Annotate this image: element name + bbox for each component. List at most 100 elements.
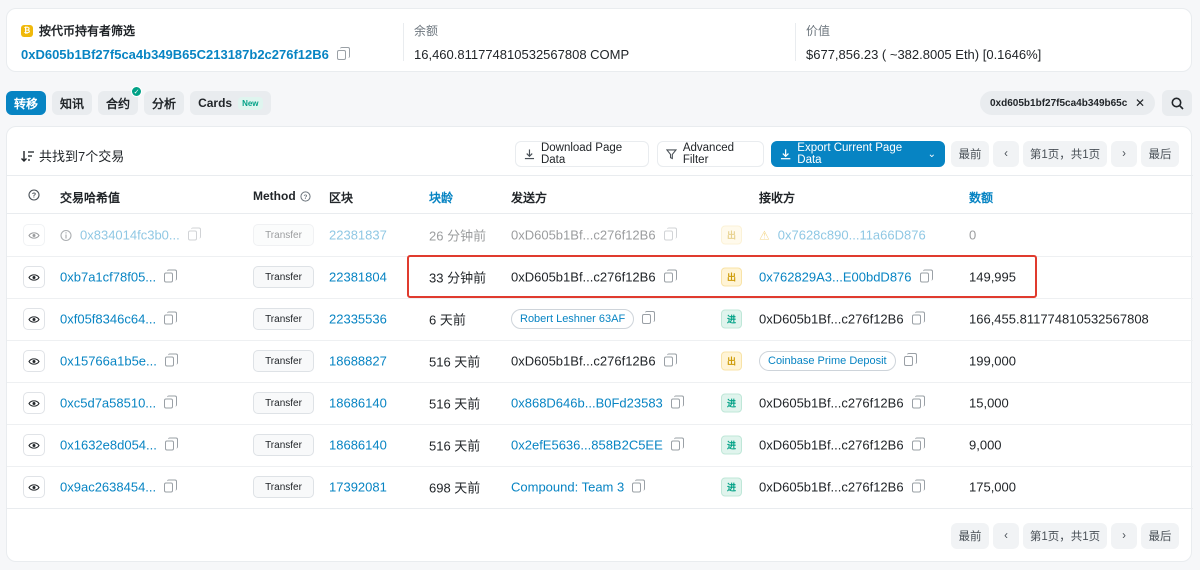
holder-filter-label-row: ₿ 按代币持有者筛选 <box>21 22 346 39</box>
block-link[interactable]: 18686140 <box>329 438 387 453</box>
export-page-data-button[interactable]: Export Current Page Data ⌄ <box>771 141 945 167</box>
info-icon[interactable]: ? <box>300 190 311 202</box>
search-button[interactable] <box>1162 90 1192 116</box>
copy-icon[interactable] <box>187 227 201 240</box>
prev-page-button[interactable]: ‹ <box>993 141 1019 167</box>
next-page-button[interactable]: › <box>1111 141 1137 167</box>
help-icon[interactable]: ? <box>28 189 40 201</box>
copy-icon[interactable] <box>911 311 925 324</box>
from-address[interactable]: 0x2efE5636...858B2C5EE <box>511 438 663 453</box>
tab-cards[interactable]: Cards New <box>190 91 271 115</box>
to-address: 0xD605b1Bf...c276f12B6 <box>759 437 904 453</box>
tx-hash-link[interactable]: 0x834014fc3b0... <box>80 228 180 243</box>
to-name-tag[interactable]: Coinbase Prime Deposit <box>759 351 896 371</box>
amount-text: 0 <box>969 227 977 243</box>
copy-icon[interactable] <box>911 437 925 450</box>
holder-address-link[interactable]: 0xD605b1Bf27f5ca4b349B65C213187b2c276f12… <box>21 47 329 62</box>
eye-icon[interactable] <box>23 350 45 372</box>
copy-icon[interactable] <box>642 311 656 324</box>
tx-hash-link[interactable]: 0x1632e8d054... <box>60 438 157 453</box>
tx-hash-cell: 0xb7a1cf78f05... <box>60 269 178 285</box>
info-icon <box>60 229 72 241</box>
method-badge: Transfer <box>253 266 314 288</box>
block-link[interactable]: 22381837 <box>329 228 387 243</box>
block-link[interactable]: 22381804 <box>329 270 387 285</box>
copy-icon[interactable] <box>164 437 178 450</box>
copy-icon[interactable] <box>663 353 677 366</box>
eye-icon[interactable] <box>23 224 45 246</box>
method-badge: Transfer <box>253 308 314 330</box>
to-cell: Coinbase Prime Deposit <box>759 351 917 371</box>
eye-icon[interactable] <box>23 434 45 456</box>
tx-hash-link[interactable]: 0x9ac2638454... <box>60 480 156 495</box>
holder-address-row: 0xD605b1Bf27f5ca4b349B65C213187b2c276f12… <box>21 46 350 62</box>
copy-icon[interactable] <box>670 395 684 408</box>
copy-icon[interactable] <box>164 395 178 408</box>
copy-icon[interactable] <box>164 269 178 282</box>
block-link[interactable]: 17392081 <box>329 480 387 495</box>
next-page-button[interactable]: › <box>1111 523 1137 549</box>
column-header-age[interactable]: 块龄 <box>429 189 453 206</box>
first-page-button[interactable]: 最前 <box>951 141 989 167</box>
block-link[interactable]: 18688827 <box>329 354 387 369</box>
from-cell: Compound: Team 3 <box>511 479 646 495</box>
column-header-to: 接收方 <box>759 191 796 205</box>
tab-transfers[interactable]: 转移 <box>6 91 47 115</box>
copy-icon[interactable] <box>911 479 925 492</box>
advanced-filter-button[interactable]: Advanced Filter <box>657 141 764 167</box>
copy-icon[interactable] <box>903 353 917 366</box>
to-cell: 0xD605b1Bf...c276f12B6 <box>759 479 925 495</box>
last-page-button[interactable]: 最后 <box>1141 141 1179 167</box>
copy-icon[interactable] <box>164 479 178 492</box>
first-page-button[interactable]: 最前 <box>951 523 989 549</box>
column-header-amount[interactable]: 数额 <box>969 189 993 206</box>
from-address[interactable]: Compound: Team 3 <box>511 480 624 495</box>
to-address[interactable]: 0x7628c890...11a66D876 <box>778 228 926 243</box>
chevron-left-icon: ‹ <box>1004 530 1008 542</box>
download-page-data-button[interactable]: Download Page Data <box>515 141 649 167</box>
block-link[interactable]: 18686140 <box>329 396 387 411</box>
tab-label: 分析 <box>152 96 177 111</box>
copy-icon[interactable] <box>164 353 178 366</box>
eye-icon[interactable] <box>23 308 45 330</box>
divider <box>7 175 1193 176</box>
method-badge: Transfer <box>253 392 314 414</box>
method-badge: Transfer <box>253 350 314 372</box>
tab-analytics[interactable]: 分析 <box>144 91 185 115</box>
copy-icon[interactable] <box>911 395 925 408</box>
chevron-right-icon: › <box>1122 148 1126 160</box>
direction-badge: 进 <box>721 309 742 329</box>
new-badge: New <box>238 96 263 110</box>
tx-hash-link[interactable]: 0xc5d7a58510... <box>60 396 156 411</box>
address-filter-pill[interactable]: 0xd605b1bf27f5ca4b349b65c... ✕ <box>980 91 1155 115</box>
tx-hash-link[interactable]: 0xb7a1cf78f05... <box>60 270 156 285</box>
block-link[interactable]: 22335536 <box>329 312 387 327</box>
from-name-tag[interactable]: Robert Leshner 63AF <box>511 309 635 329</box>
last-page-button[interactable]: 最后 <box>1141 523 1179 549</box>
age-text: 516 天前 <box>429 438 481 454</box>
copy-icon[interactable] <box>632 479 646 492</box>
to-cell: 0xD605b1Bf...c276f12B6 <box>759 437 925 453</box>
column-header-method-label: Method <box>253 189 296 203</box>
tab-info[interactable]: 知讯 <box>52 91 93 115</box>
copy-icon[interactable] <box>670 437 684 450</box>
tab-contract[interactable]: 合约 ✓ <box>98 86 143 115</box>
age-text: 698 天前 <box>429 480 481 496</box>
eye-icon[interactable] <box>23 476 45 498</box>
page-indicator: 第1页，共1页 <box>1023 141 1107 167</box>
tx-hash-link[interactable]: 0x15766a1b5e... <box>60 354 157 369</box>
tx-hash-link[interactable]: 0xf05f8346c64... <box>60 312 156 327</box>
copy-icon[interactable] <box>336 46 350 60</box>
copy-icon[interactable] <box>663 227 677 240</box>
download-icon <box>524 149 535 160</box>
copy-icon[interactable] <box>164 311 178 324</box>
eye-icon[interactable] <box>23 266 45 288</box>
direction-badge: 出 <box>721 225 742 245</box>
eye-icon[interactable] <box>23 392 45 414</box>
from-cell: 0x868D646b...B0Fd23583 <box>511 395 684 411</box>
chevron-right-icon: › <box>1122 530 1126 542</box>
chevron-down-icon: ⌄ <box>927 148 936 160</box>
prev-page-button[interactable]: ‹ <box>993 523 1019 549</box>
close-icon[interactable]: ✕ <box>1135 96 1145 110</box>
from-address[interactable]: 0x868D646b...B0Fd23583 <box>511 396 663 411</box>
